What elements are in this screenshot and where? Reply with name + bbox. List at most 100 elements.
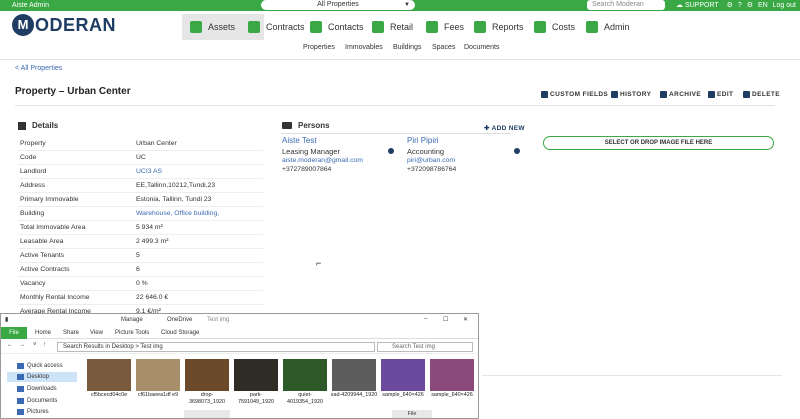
close-icon[interactable]: ✕ xyxy=(463,316,468,323)
add-new-label: ADD NEW xyxy=(491,125,525,132)
trash-icon xyxy=(743,91,750,98)
building-link[interactable]: Warehouse, Office building, xyxy=(136,210,219,217)
ribbon-view[interactable]: View xyxy=(90,330,103,336)
manage-tab[interactable]: Manage xyxy=(121,317,143,323)
archive-button[interactable]: ARCHIVE xyxy=(660,91,701,98)
minimize-icon[interactable]: – xyxy=(424,316,427,322)
gear-icon[interactable] xyxy=(388,148,394,154)
history-icon xyxy=(611,91,618,98)
explorer-address-bar: ← → ˅ ↑ Search Results in Desktop > Test… xyxy=(1,340,478,354)
file-name[interactable]: sample_640×426 xyxy=(428,392,476,399)
ribbon-picture-tools[interactable]: Picture Tools xyxy=(115,330,149,336)
selection-checkbox[interactable] xyxy=(184,410,230,418)
nav-fees[interactable]: Fees xyxy=(426,14,464,40)
add-person-button[interactable]: ✚ ADD NEW xyxy=(484,124,525,132)
ribbon-cloud-storage[interactable]: Cloud Storage xyxy=(161,330,199,336)
action-label: HISTORY xyxy=(620,91,652,98)
detail-key: Property xyxy=(20,140,46,147)
maximize-icon[interactable]: ☐ xyxy=(443,316,448,323)
subnav-documents[interactable]: Documents xyxy=(464,44,499,51)
sidebar-label: Desktop xyxy=(27,374,50,380)
subnav-immovables[interactable]: Immovables xyxy=(345,44,383,51)
file-name[interactable]: cf5bcecd04c0e xyxy=(85,392,133,399)
settings-icon[interactable]: ⚙ xyxy=(727,2,733,9)
sidebar-documents[interactable]: Documents xyxy=(7,396,77,406)
logout-link[interactable]: Log out xyxy=(773,2,796,9)
nav-label: Admin xyxy=(604,22,630,32)
document-icon xyxy=(17,398,24,404)
ribbon-home[interactable]: Home xyxy=(35,330,51,336)
explorer-search-input[interactable]: Search Test img xyxy=(377,342,473,352)
file-explorer-window[interactable]: ▮ Manage OneDrive Test img – ☐ ✕ Home Sh… xyxy=(0,313,479,419)
nav-label: Costs xyxy=(552,22,576,32)
file-name[interactable]: quiet-4019354_1920 xyxy=(281,392,329,406)
global-search-input[interactable]: Search Moderan xyxy=(587,0,665,10)
explorer-ribbon: Home Share View Picture Tools Cloud Stor… xyxy=(1,327,478,339)
chevron-down-icon[interactable]: ˅ xyxy=(33,342,37,348)
folder-icon: ▮ xyxy=(5,317,9,323)
file-thumbnail[interactable] xyxy=(136,359,180,391)
detail-key: Active Contracts xyxy=(20,266,70,273)
file-name[interactable]: park-7591049_1920 xyxy=(232,392,280,406)
person-name[interactable]: Piri Pipiri xyxy=(407,136,456,145)
file-name[interactable]: sample_640×426 xyxy=(379,392,427,399)
sidebar-desktop[interactable]: Desktop xyxy=(7,372,77,382)
forward-icon[interactable]: → xyxy=(19,342,25,348)
file-thumbnail[interactable] xyxy=(87,359,131,391)
language-select[interactable]: EN xyxy=(758,2,768,9)
sidebar-downloads[interactable]: Downloads xyxy=(7,384,77,394)
edit-button[interactable]: EDIT xyxy=(708,91,733,98)
sidebar-quick-access[interactable]: Quick access xyxy=(7,361,77,371)
person-email[interactable]: aiste.moderan@gmail.com xyxy=(282,156,363,165)
up-icon[interactable]: ↑ xyxy=(43,342,46,348)
nav-contacts[interactable]: Contacts xyxy=(310,14,364,40)
file-name[interactable]: sad-4209944_1920 xyxy=(330,392,378,399)
moderan-logo[interactable]: M ODERAN xyxy=(12,14,116,36)
nav-retail[interactable]: Retail xyxy=(372,14,413,40)
file-thumbnail[interactable] xyxy=(332,359,376,391)
detail-row: Leasable Area 2 499.3 m² xyxy=(18,235,263,249)
subnav-buildings[interactable]: Buildings xyxy=(393,44,421,51)
gear-icon[interactable] xyxy=(514,148,520,154)
detail-row: Code UC xyxy=(18,151,263,165)
history-button[interactable]: HISTORY xyxy=(611,91,651,98)
file-name[interactable]: cf61baeea1df e9 xyxy=(134,392,182,399)
nav-contracts[interactable]: Contracts xyxy=(248,14,305,40)
file-thumbnail[interactable] xyxy=(283,359,327,391)
gear-icon[interactable]: ⚙ xyxy=(747,2,753,9)
file-thumbnail[interactable] xyxy=(430,359,474,391)
person-email[interactable]: piri@urban.com xyxy=(407,156,456,165)
subnav-properties[interactable]: Properties xyxy=(303,44,335,51)
ribbon-file[interactable]: File xyxy=(1,327,27,339)
ribbon-share[interactable]: Share xyxy=(63,330,79,336)
support-link[interactable]: ☁ SUPPORT xyxy=(676,2,722,9)
divider xyxy=(15,105,775,106)
detail-row: Active Tenants 5 xyxy=(18,249,263,263)
nav-admin[interactable]: Admin xyxy=(586,14,630,40)
back-icon[interactable]: ← xyxy=(7,342,13,348)
file-thumbnail[interactable] xyxy=(234,359,278,391)
property-select[interactable]: All Properties ▼ xyxy=(261,0,415,10)
subnav-spaces[interactable]: Spaces xyxy=(432,44,455,51)
sidebar-pictures[interactable]: Pictures xyxy=(7,407,77,417)
sidebar-label: Documents xyxy=(27,398,58,404)
address-path[interactable]: Search Results in Desktop > Test img xyxy=(57,342,375,352)
detail-key: Leasable Area xyxy=(20,238,64,245)
help-icon[interactable]: ? xyxy=(738,2,742,9)
detail-value: 6 xyxy=(136,266,140,273)
onedrive-tab[interactable]: OneDrive xyxy=(167,317,192,323)
file-thumbnail[interactable] xyxy=(185,359,229,391)
nav-reports[interactable]: Reports xyxy=(474,14,524,40)
custom-fields-button[interactable]: CUSTOM FIELDS xyxy=(541,91,608,98)
nav-costs[interactable]: Costs xyxy=(534,14,575,40)
file-thumbnail[interactable] xyxy=(381,359,425,391)
detail-key: Active Tenants xyxy=(20,252,65,259)
file-name[interactable]: drop-3698073_1920 xyxy=(183,392,231,406)
breadcrumb[interactable]: < All Properties xyxy=(15,65,62,72)
image-drop-zone[interactable]: SELECT OR DROP IMAGE FILE HERE xyxy=(543,136,774,150)
landlord-link[interactable]: UCI3 AS xyxy=(136,168,162,175)
detail-value: Urban Center xyxy=(136,140,177,147)
delete-button[interactable]: DELETE xyxy=(743,91,780,98)
person-name[interactable]: Aiste Test xyxy=(282,136,363,145)
current-user[interactable]: Aiste Admin xyxy=(12,0,49,11)
